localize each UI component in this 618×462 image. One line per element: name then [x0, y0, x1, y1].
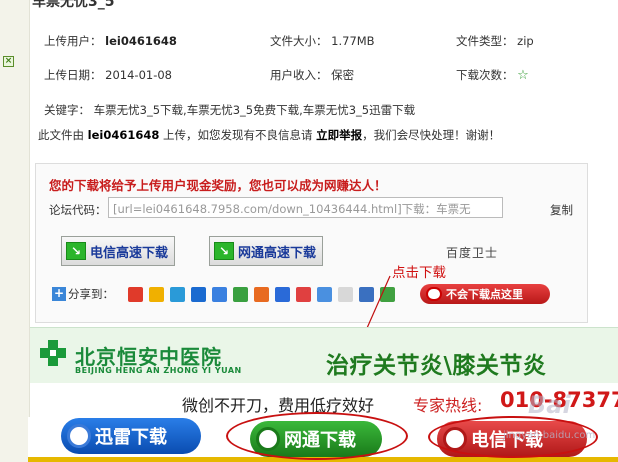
date-label: 上传日期： — [44, 68, 102, 82]
netcom-download-button[interactable]: ↘ 网通高速下载 — [209, 236, 324, 266]
wechat-icon[interactable] — [380, 286, 395, 302]
xunlei-download-button[interactable]: 迅雷下载 — [61, 418, 201, 454]
kaixin-icon[interactable] — [233, 286, 248, 302]
downloads-label: 下载次数： — [456, 68, 514, 82]
ad-hospital-pinyin: BEIJING HENG AN ZHONG YI YUAN — [75, 366, 242, 375]
forum-code-input[interactable]: [url=lei0461648.7958.com/down_10436444.h… — [108, 197, 503, 218]
weibo-icon[interactable] — [128, 286, 143, 302]
xunlei-icon — [67, 424, 91, 448]
download-box: 您的下载将给予上传用户现金奖励，您也可以成为网赚达人！ 论坛代码： [url=l… — [35, 163, 588, 323]
notice-middle: 上传，如您发现有不良信息请 — [163, 128, 313, 142]
share-plus-icon[interactable]: + — [52, 287, 66, 301]
left-rail: × — [0, 0, 30, 462]
keywords-value: 车票无忧3_5下载,车票无忧3_5免费下载,车票无忧3_5迅雷下载 — [93, 103, 416, 117]
download-arrow-icon: ↘ — [66, 242, 86, 260]
telecom-download-button[interactable]: ↘ 电信高速下载 — [61, 236, 176, 266]
help-download-button[interactable]: 不会下载点这里 — [420, 284, 550, 304]
baidu-url-watermark: jingyan.baidu.com — [503, 430, 596, 441]
forum-code-label: 论坛代码： — [49, 203, 107, 217]
page-title: 车票无忧3_5 — [32, 0, 115, 10]
type-info: 文件类型： zip — [456, 33, 534, 49]
sohu-icon[interactable] — [254, 286, 269, 302]
qq-icon[interactable] — [317, 286, 332, 302]
keywords-label: 关键字： — [44, 103, 90, 117]
report-notice: 此文件由 lei0461648 上传，如您发现有不良信息请 立即举报，我们会尽快… — [38, 127, 500, 143]
type-label: 文件类型： — [456, 34, 514, 48]
copy-button[interactable]: 复制 — [550, 202, 573, 218]
baidu-guard-watermark: 百度卫士 — [446, 246, 499, 260]
baidu-logo-watermark: Bai — [528, 391, 571, 419]
help-label: 不会下载点这里 — [446, 288, 523, 301]
ad-hotline-label: 专家热线: — [413, 396, 483, 415]
download-headline: 您的下载将给予上传用户现金奖励，您也可以成为网赚达人！ — [49, 178, 387, 193]
keywords-info: 关键字： 车票无忧3_5下载,车票无忧3_5免费下载,车票无忧3_5迅雷下载 — [44, 102, 415, 118]
qzone-icon[interactable] — [149, 286, 164, 302]
tencent-weibo-icon[interactable] — [170, 286, 185, 302]
copy-icon[interactable] — [338, 286, 353, 302]
download-arrow-icon: ↘ — [214, 242, 234, 260]
type-value: zip — [517, 34, 534, 48]
bookmark-icon[interactable] — [359, 286, 374, 302]
notice-prefix: 此文件由 — [38, 128, 84, 142]
telecom-download-label: 电信高速下载 — [90, 245, 169, 261]
renren-icon[interactable] — [191, 286, 206, 302]
notice-user-link[interactable]: lei0461648 — [88, 128, 160, 142]
income-info: 用户收入： 保密 — [270, 67, 354, 83]
size-label: 文件大小： — [270, 34, 328, 48]
downloads-info: 下载次数： ☆ — [456, 67, 529, 83]
income-label: 用户收入： — [270, 68, 328, 82]
highlight-oval — [226, 412, 408, 460]
size-value: 1.77MB — [331, 34, 375, 48]
close-icon[interactable]: × — [3, 56, 14, 67]
uploader-label: 上传用户： — [44, 34, 102, 48]
click-hint-annotation: 点击下载 — [392, 265, 446, 281]
report-link[interactable]: 立即举报 — [316, 128, 362, 142]
notice-suffix: ，我们会尽快处理！谢谢！ — [362, 128, 501, 142]
star-icon[interactable]: ☆ — [517, 68, 529, 83]
ad-headline: 治疗关节炎\膝关节炎 — [326, 353, 547, 379]
income-value: 保密 — [331, 68, 355, 82]
hospital-cross-icon — [40, 340, 66, 366]
uploader-link[interactable]: lei0461648 — [105, 34, 177, 48]
size-info: 文件大小： 1.77MB — [270, 33, 375, 49]
uploader-info: 上传用户： lei0461648 — [44, 33, 177, 49]
netcom-download-label: 网通高速下载 — [238, 245, 317, 261]
netease-icon[interactable] — [296, 286, 311, 302]
share-row: + 分享到： — [52, 286, 401, 302]
douban-icon[interactable] — [212, 286, 227, 302]
baidu-icon[interactable] — [275, 286, 290, 302]
help-icon — [426, 287, 442, 301]
date-info: 上传日期： 2014-01-08 — [44, 67, 172, 83]
date-value: 2014-01-08 — [105, 68, 172, 82]
xunlei-download-label: 迅雷下载 — [95, 427, 167, 448]
share-label: 分享到： — [68, 287, 114, 301]
